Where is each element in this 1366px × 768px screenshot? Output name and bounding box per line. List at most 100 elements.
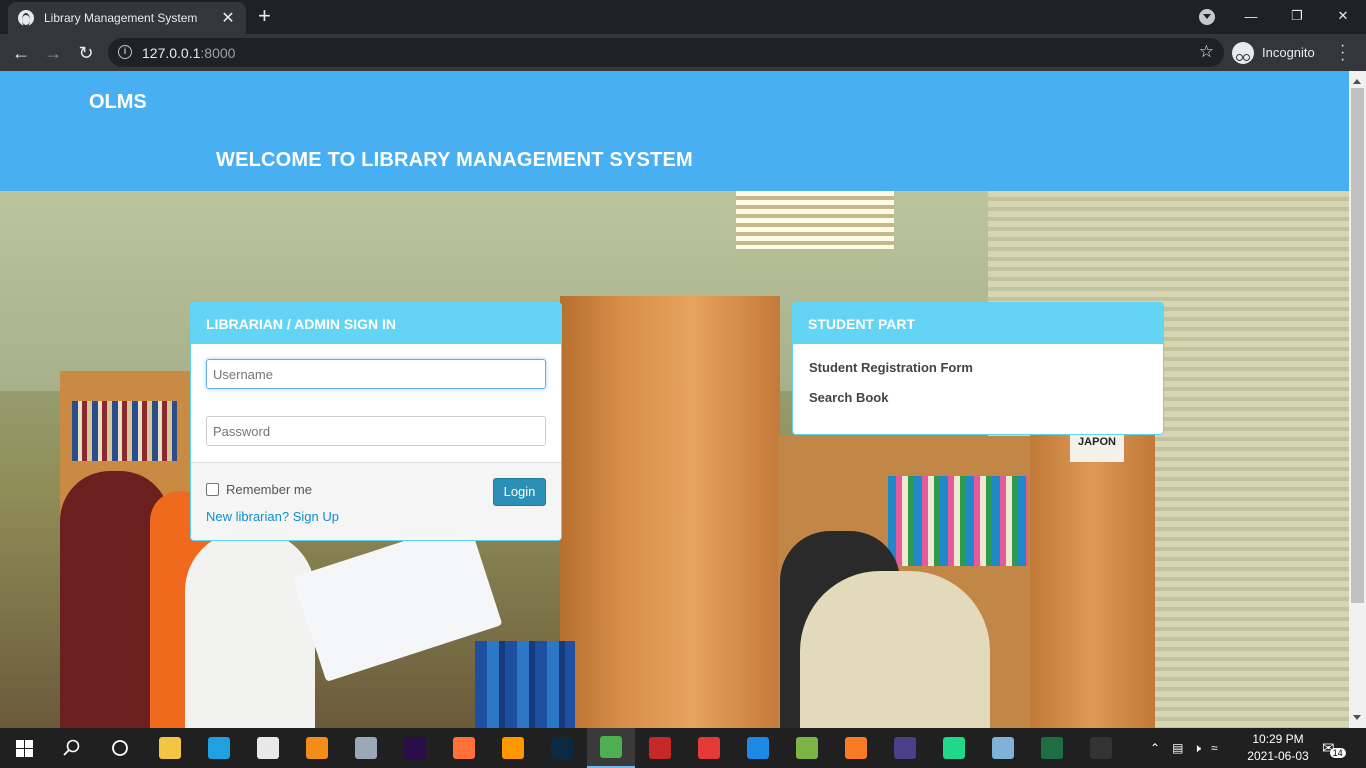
tab-close-icon[interactable]: ✕ bbox=[220, 8, 236, 28]
scene-open-book bbox=[292, 520, 503, 682]
scene-person bbox=[800, 571, 990, 728]
student-links: Student Registration Form Search Book bbox=[793, 344, 1163, 434]
remember-me-label: Remember me bbox=[226, 482, 312, 497]
winrar-icon bbox=[649, 737, 671, 759]
camera-icon bbox=[355, 737, 377, 759]
browser-menu-icon[interactable]: · · · bbox=[1340, 38, 1345, 68]
taskbar-app-terminal[interactable] bbox=[1077, 728, 1125, 768]
windows-start-icon[interactable] bbox=[0, 728, 48, 768]
windows-taskbar: ⌃ ▤ 🕨 ≈ 10:29 PM 2021-06-03 ✉ 14 bbox=[0, 728, 1366, 768]
app-red-icon bbox=[698, 737, 720, 759]
page-scrollbar[interactable] bbox=[1349, 71, 1366, 728]
taskbar-app-pycharm[interactable] bbox=[930, 728, 978, 768]
taskbar-app-notepad[interactable] bbox=[979, 728, 1027, 768]
search-icon[interactable] bbox=[48, 728, 96, 768]
vlc-icon bbox=[306, 737, 328, 759]
tab-search-icon[interactable] bbox=[1199, 9, 1215, 25]
bookmark-star-icon[interactable]: ☆ bbox=[1199, 42, 1214, 62]
login-panel: LIBRARIAN / ADMIN SIGN IN Remember me Ne… bbox=[190, 302, 562, 541]
task-view-icon[interactable] bbox=[96, 728, 144, 768]
notepad-icon bbox=[992, 737, 1014, 759]
globe-icon bbox=[18, 10, 34, 27]
volume-icon[interactable]: 🕨 bbox=[1193, 741, 1201, 756]
taskbar-app-store[interactable] bbox=[244, 728, 292, 768]
android-studio-icon bbox=[796, 737, 818, 759]
taskbar-app-sublime[interactable] bbox=[489, 728, 537, 768]
taskbar-app-camera[interactable] bbox=[342, 728, 390, 768]
taskbar-app-vlc[interactable] bbox=[293, 728, 341, 768]
minimize-button[interactable]: — bbox=[1228, 0, 1274, 32]
scene-wood-panel bbox=[560, 296, 780, 728]
login-panel-title: LIBRARIAN / ADMIN SIGN IN bbox=[191, 303, 561, 344]
taskbar-app-eclipse[interactable] bbox=[881, 728, 929, 768]
info-icon[interactable]: i bbox=[118, 45, 132, 59]
taskbar-app-chrome[interactable] bbox=[587, 728, 635, 768]
back-arrow-icon[interactable]: ← bbox=[8, 40, 34, 66]
student-panel-title: STUDENT PART bbox=[793, 303, 1163, 344]
new-tab-button[interactable]: + bbox=[258, 5, 271, 27]
incognito-icon bbox=[1232, 41, 1254, 64]
page-title: WELCOME TO LIBRARY MANAGEMENT SYSTEM bbox=[216, 149, 693, 171]
remember-me-checkbox[interactable] bbox=[206, 483, 219, 496]
taskbar-app-file-explorer[interactable] bbox=[146, 728, 194, 768]
browser-tab[interactable]: Library Management System ✕ bbox=[8, 2, 246, 34]
terminal-icon bbox=[1090, 737, 1112, 759]
scroll-up-icon[interactable] bbox=[1353, 75, 1361, 84]
clock-time: 10:29 PM bbox=[1252, 732, 1304, 746]
search-book-link[interactable]: Search Book bbox=[809, 390, 1147, 405]
brand-logo[interactable]: OLMS bbox=[89, 91, 147, 114]
maximize-button[interactable]: ❐ bbox=[1274, 0, 1320, 32]
vscode-icon bbox=[747, 737, 769, 759]
taskbar-app-photoshop[interactable] bbox=[538, 728, 586, 768]
xampp-icon bbox=[845, 737, 867, 759]
taskbar-app-xampp[interactable] bbox=[832, 728, 880, 768]
address-bar[interactable]: i 127.0.0.1:8000 ☆ bbox=[108, 38, 1224, 67]
notification-center[interactable]: ✉ 14 bbox=[1322, 728, 1346, 768]
taskbar-app-vscode[interactable] bbox=[734, 728, 782, 768]
student-registration-link[interactable]: Student Registration Form bbox=[809, 360, 1147, 375]
edge-icon bbox=[208, 737, 230, 759]
taskbar-app-edge[interactable] bbox=[195, 728, 243, 768]
taskbar-app-premiere[interactable] bbox=[391, 728, 439, 768]
scroll-down-icon[interactable] bbox=[1353, 715, 1361, 724]
pycharm-icon bbox=[943, 737, 965, 759]
taskbar-app-android-studio[interactable] bbox=[783, 728, 831, 768]
scrollbar-thumb[interactable] bbox=[1351, 88, 1364, 603]
scene-sign: JAPON bbox=[1070, 434, 1124, 462]
file-explorer-icon bbox=[159, 737, 181, 759]
taskbar-app-firefox[interactable] bbox=[440, 728, 488, 768]
page-viewport: OLMS WELCOME TO LIBRARY MANAGEMENT SYSTE… bbox=[0, 71, 1366, 728]
signup-link[interactable]: New librarian? Sign Up bbox=[206, 509, 339, 524]
password-input[interactable] bbox=[206, 416, 546, 446]
scene-person bbox=[185, 531, 315, 728]
forward-arrow-icon[interactable]: → bbox=[40, 40, 66, 66]
tab-title: Library Management System bbox=[44, 11, 198, 25]
photoshop-icon bbox=[551, 737, 573, 759]
incognito-label: Incognito bbox=[1262, 45, 1315, 60]
close-window-button[interactable]: ✕ bbox=[1320, 0, 1366, 32]
wifi-icon[interactable]: ≈ bbox=[1211, 741, 1218, 755]
taskbar-clock[interactable]: 10:29 PM 2021-06-03 bbox=[1246, 731, 1310, 765]
browser-tab-bar: Library Management System ✕ + — ❐ ✕ bbox=[0, 0, 1366, 34]
username-input[interactable] bbox=[206, 359, 546, 389]
remember-me[interactable]: Remember me bbox=[206, 482, 312, 497]
network-icon[interactable]: ▤ bbox=[1172, 741, 1183, 755]
browser-toolbar: ← → ↻ i 127.0.0.1:8000 ☆ Incognito · · · bbox=[0, 34, 1366, 71]
taskbar-app-winrar[interactable] bbox=[636, 728, 684, 768]
reload-icon[interactable]: ↻ bbox=[73, 40, 99, 66]
taskbar-app-excel[interactable] bbox=[1028, 728, 1076, 768]
site-header: OLMS WELCOME TO LIBRARY MANAGEMENT SYSTE… bbox=[0, 71, 1349, 191]
sublime-icon bbox=[502, 737, 524, 759]
taskbar-app-app-red[interactable] bbox=[685, 728, 733, 768]
excel-icon bbox=[1041, 737, 1063, 759]
login-form bbox=[191, 344, 561, 446]
chevron-up-icon[interactable]: ⌃ bbox=[1150, 741, 1160, 755]
incognito-indicator[interactable]: Incognito bbox=[1232, 38, 1315, 67]
premiere-icon bbox=[404, 737, 426, 759]
notification-count: 14 bbox=[1329, 748, 1346, 758]
store-icon bbox=[257, 737, 279, 759]
scene-books bbox=[72, 401, 177, 461]
login-panel-footer: Remember me New librarian? Sign Up Login bbox=[191, 462, 561, 540]
login-button[interactable]: Login bbox=[493, 478, 546, 506]
scene-wood-panel-right bbox=[1030, 431, 1155, 728]
